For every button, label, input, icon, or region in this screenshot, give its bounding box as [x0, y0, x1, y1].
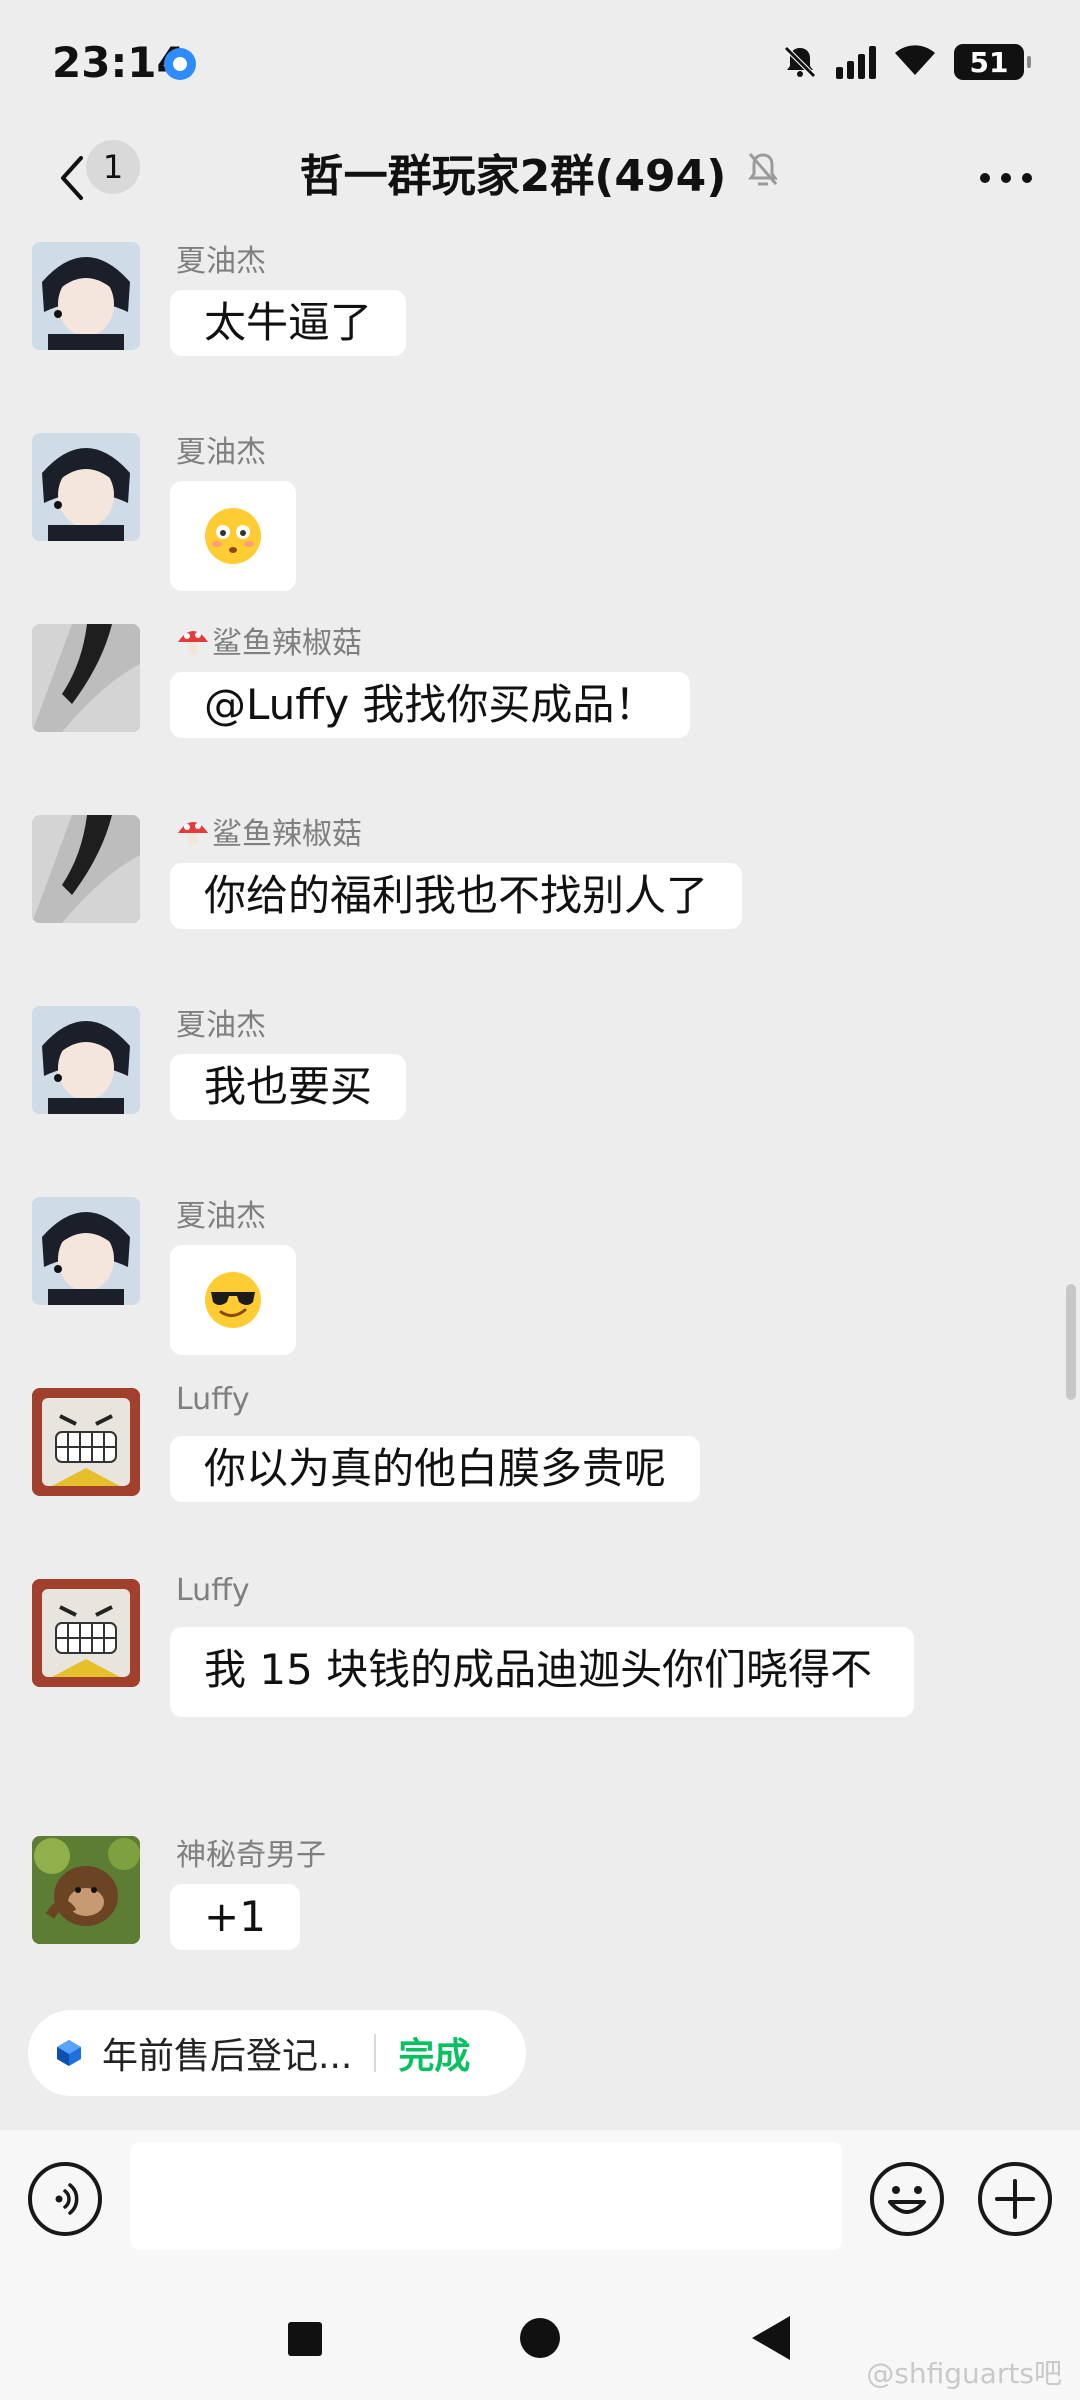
task-cube-icon	[54, 2038, 84, 2068]
muted-bell-icon	[746, 150, 780, 194]
system-back-button[interactable]	[752, 2316, 790, 2360]
geto-avatar[interactable]	[32, 242, 140, 350]
more-options-button[interactable]	[968, 148, 1044, 208]
mushroom-icon	[176, 626, 210, 656]
task-text: 年前售后登记...	[102, 2036, 353, 2077]
sender-name: Luffy	[176, 1382, 250, 1417]
monkey-avatar[interactable]	[32, 1836, 140, 1944]
battery-icon: 51	[954, 44, 1031, 80]
message-bubble[interactable]: 太牛逼了	[170, 290, 407, 356]
message-list[interactable]: 夏油杰 太牛逼了 夏油杰 鲨鱼辣椒菇 @Luffy 我找你买成品！ 鲨鱼辣椒菇 …	[0, 236, 1080, 1986]
plus-icon	[995, 2179, 1035, 2219]
message-bubble[interactable]: @Luffy 我找你买成品！	[170, 672, 691, 738]
sender-name-text: 鲨鱼辣椒菇	[212, 817, 362, 852]
sunglasses-face-icon	[205, 1272, 261, 1328]
status-icons: 51	[782, 42, 1031, 82]
emoji-bubble[interactable]	[170, 481, 296, 591]
message-bubble[interactable]: 你给的福利我也不找别人了	[170, 863, 743, 929]
input-bar	[0, 2130, 1080, 2270]
sender-name: 神秘奇男子	[176, 1838, 326, 1873]
task-done-button[interactable]: 完成	[398, 2027, 470, 2079]
system-nav-bar: @shfiguarts吧	[0, 2270, 1080, 2400]
luffy-avatar[interactable]	[32, 1579, 140, 1687]
geto-avatar[interactable]	[32, 1006, 140, 1114]
message-bubble[interactable]: 你以为真的他白膜多贵呢	[170, 1436, 701, 1502]
scrollbar-thumb[interactable]	[1066, 1284, 1076, 1400]
mushroom-icon	[176, 817, 210, 847]
message-bubble[interactable]: +1	[170, 1884, 300, 1950]
chat-header: 1 哲一群玩家2群(494)	[0, 120, 1080, 236]
sender-name: 夏油杰	[176, 1199, 266, 1234]
smiley-icon	[888, 2186, 926, 2214]
emoji-button[interactable]	[870, 2162, 944, 2236]
home-button[interactable]	[520, 2318, 560, 2358]
shark-avatar[interactable]	[32, 815, 140, 923]
luffy-avatar[interactable]	[32, 1388, 140, 1496]
message-bubble[interactable]: 我 15 块钱的成品迪迦头你们晓得不	[170, 1627, 914, 1717]
message-bubble[interactable]: 我也要买	[170, 1054, 407, 1120]
emoji-bubble[interactable]	[170, 1245, 296, 1355]
add-attachment-button[interactable]	[978, 2162, 1052, 2236]
geto-avatar[interactable]	[32, 433, 140, 541]
status-bar: 23:14 51	[0, 0, 1080, 120]
recents-button[interactable]	[288, 2322, 322, 2356]
mute-icon	[782, 44, 818, 80]
voice-icon	[55, 2183, 79, 2215]
battery-level: 51	[969, 45, 1009, 79]
task-chip[interactable]: 年前售后登记... 完成	[28, 2010, 526, 2096]
wifi-icon	[894, 43, 936, 81]
sender-name-text: 鲨鱼辣椒菇	[212, 626, 362, 661]
title-wrap: 哲一群玩家2群(494)	[0, 140, 1080, 204]
location-icon	[164, 48, 196, 80]
sender-name: 夏油杰	[176, 1008, 266, 1043]
sender-name: 鲨鱼辣椒菇	[176, 618, 362, 662]
sender-name: Luffy	[176, 1573, 250, 1608]
signal-icon	[836, 45, 876, 79]
watermark: @shfiguarts吧	[866, 2357, 1062, 2390]
task-divider	[374, 2034, 377, 2072]
shark-avatar[interactable]	[32, 624, 140, 732]
message-input[interactable]	[130, 2142, 842, 2250]
sender-name: 鲨鱼辣椒菇	[176, 809, 362, 853]
chat-title[interactable]: 哲一群玩家2群(494)	[300, 140, 727, 204]
sender-name: 夏油杰	[176, 244, 266, 279]
flushed-face-icon	[205, 508, 261, 564]
voice-input-button[interactable]	[28, 2162, 102, 2236]
geto-avatar[interactable]	[32, 1197, 140, 1305]
sender-name: 夏油杰	[176, 435, 266, 470]
